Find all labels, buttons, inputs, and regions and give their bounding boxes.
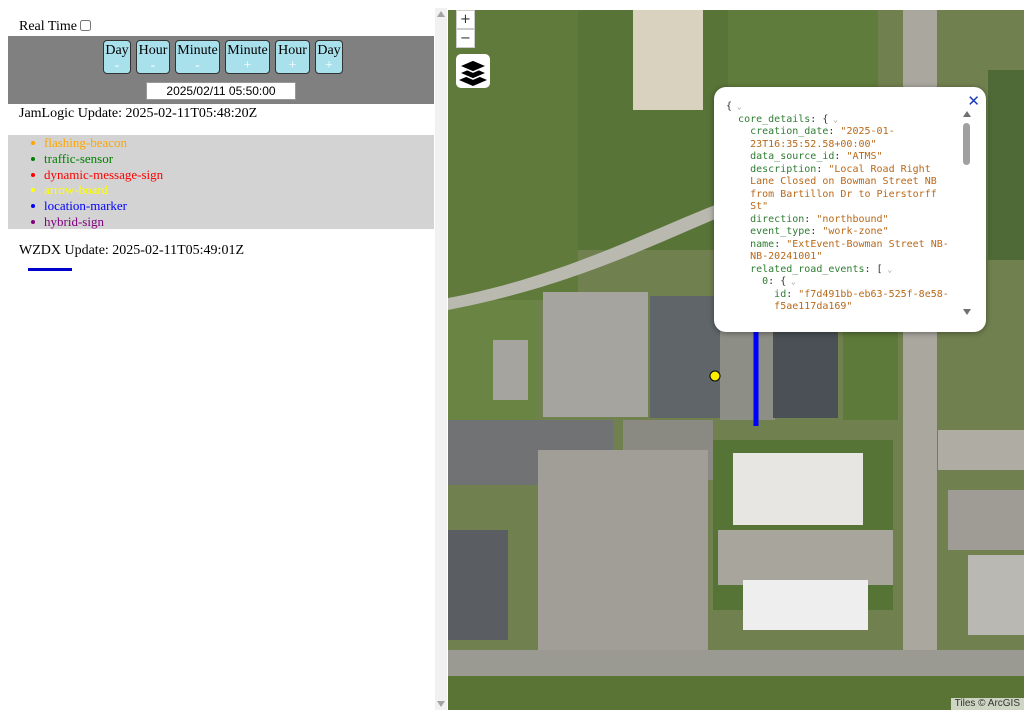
bullet-icon — [31, 188, 35, 193]
real-time-toggle[interactable]: Real Time — [19, 19, 91, 35]
satellite-map[interactable]: + − ✕ { ⌄ core_details: { ⌄ creation_dat… — [448, 10, 1024, 710]
layers-button[interactable] — [456, 54, 490, 88]
layers-icon — [457, 59, 489, 86]
legend-item: flashing-beacon — [8, 135, 434, 151]
legend-item: hybrid-sign — [8, 214, 434, 230]
bullet-icon — [31, 172, 35, 177]
datetime-input[interactable]: 2025/02/11 05:50:00 — [146, 82, 296, 100]
json-line: related_road_events: [ ⌄ — [750, 263, 893, 275]
wzdx-legend-line — [28, 268, 72, 271]
hour-minus-button[interactable]: Hour - — [136, 40, 170, 74]
json-line: data_source_id: "ATMS" — [750, 151, 883, 162]
scroll-thumb[interactable] — [963, 123, 970, 165]
feature-popup: ✕ { ⌄ core_details: { ⌄ creation_date: "… — [714, 87, 986, 332]
minute-minus-button[interactable]: Minute - — [175, 40, 220, 74]
json-viewer: { ⌄ core_details: { ⌄ creation_date: "20… — [726, 101, 958, 319]
json-line: 0: { ⌄ — [762, 276, 796, 287]
json-line: core_details: { ⌄ — [738, 113, 838, 125]
json-line: direction: "northbound" — [750, 213, 889, 225]
json-line: id: "f7d491bb-eb63-525f-8e58- — [774, 288, 949, 300]
json-line: from Bartillon Dr to Pierstorff — [750, 188, 937, 200]
legend-item: dynamic-message-sign — [8, 167, 434, 183]
day-minus-button[interactable]: Day - — [103, 40, 131, 74]
left-panel-scrollbar[interactable] — [435, 8, 447, 710]
legend-item: location-marker — [8, 198, 434, 214]
json-line: creation_date: "2025-01- — [750, 126, 895, 137]
time-adjust-panel: Day - Hour - Minute - Minute + Hour + Day + 20… — [8, 36, 434, 104]
json-line: { ⌄ — [726, 101, 742, 112]
json-line: event_type: "work-zone" — [750, 226, 889, 237]
bullet-icon — [31, 156, 35, 161]
bullet-icon — [31, 204, 35, 209]
legend-item: traffic-sensor — [8, 151, 434, 167]
json-line: NB-20241001" — [750, 251, 823, 262]
json-line: 23T16:35:52.58+00:00" — [750, 138, 877, 150]
map-attribution: Tiles © ArcGIS — [950, 698, 1024, 710]
bullet-icon — [31, 141, 35, 145]
popup-scrollbar[interactable] — [962, 111, 972, 315]
hour-plus-button[interactable]: Hour + — [275, 40, 310, 74]
jamlogic-status: JamLogic Update: 2025-02-11T05:48:20Z — [19, 106, 258, 121]
scroll-down-icon[interactable] — [437, 701, 445, 707]
day-plus-button[interactable]: Day + — [315, 40, 343, 74]
zoom-out-button[interactable]: − — [456, 29, 475, 48]
legend: flashing-beacon traffic-sensor dynamic-m… — [8, 135, 434, 229]
scroll-up-icon[interactable] — [437, 11, 445, 17]
json-line: description: "Local Road Right — [750, 163, 931, 175]
zoom-in-button[interactable]: + — [456, 10, 475, 29]
json-line: name: "ExtEvent-Bowman Street NB- — [750, 238, 949, 250]
real-time-checkbox[interactable] — [79, 20, 91, 31]
control-panel: Real Time Day - Hour - Minute - Minute + Hou… — [8, 8, 434, 710]
scroll-down-icon[interactable] — [963, 309, 971, 315]
close-icon[interactable]: ✕ — [967, 92, 980, 110]
legend-item: arrow-board — [8, 182, 434, 198]
minute-plus-button[interactable]: Minute + — [225, 40, 270, 74]
bullet-icon — [31, 219, 35, 224]
scroll-up-icon[interactable] — [963, 111, 971, 117]
json-line: Lane Closed on Bowman Street NB — [750, 176, 937, 187]
json-line: St" — [750, 201, 769, 212]
real-time-label: Real Time — [19, 19, 77, 34]
wzdx-status: WZDX Update: 2025-02-11T05:49:01Z — [19, 243, 244, 258]
json-line: f5ae117da169" — [774, 301, 853, 312]
